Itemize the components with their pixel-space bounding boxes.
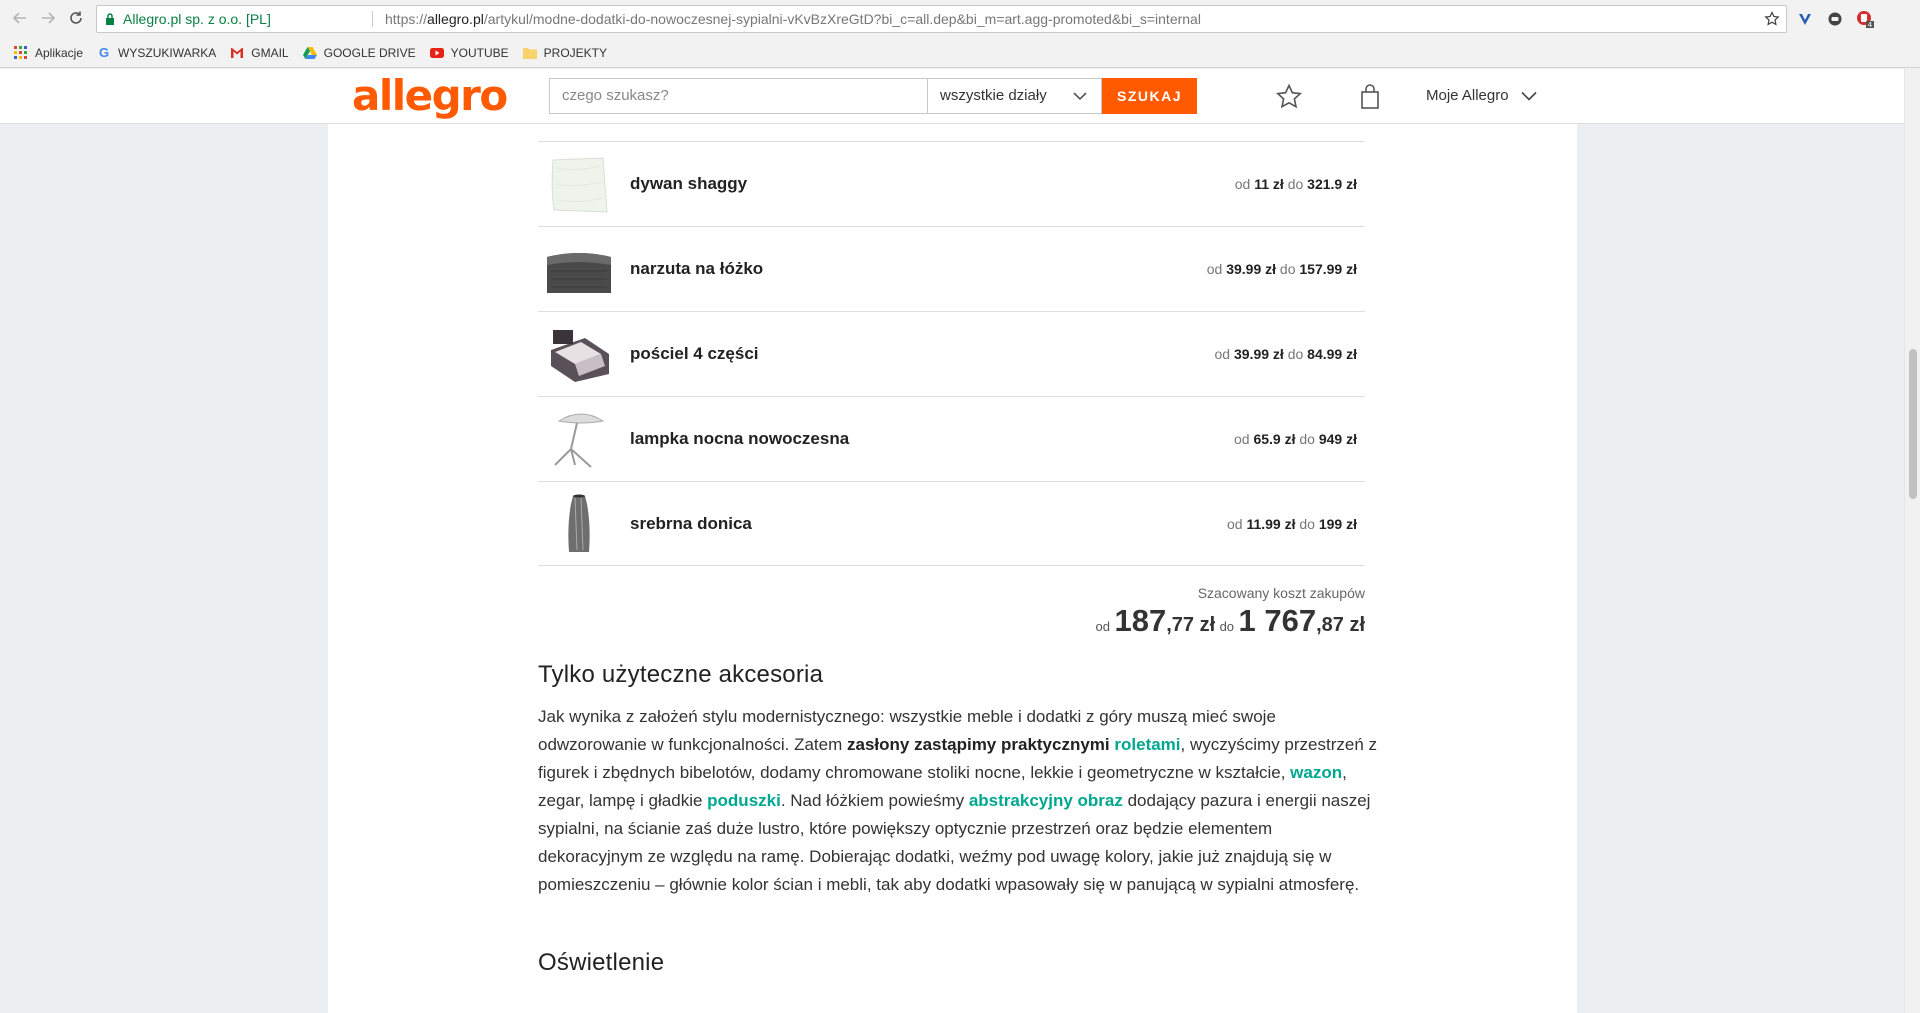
article-paragraph: Jak wynika z założeń stylu modernistyczn…	[538, 707, 1378, 894]
search-button[interactable]: SZUKAJ	[1102, 78, 1197, 114]
bedding-image[interactable]	[545, 320, 613, 388]
google-icon: G	[98, 45, 110, 60]
bookmark-apps[interactable]: Aplikacje	[14, 45, 83, 60]
section-heading: Oświetlenie	[538, 949, 665, 976]
extension-adblock-icon[interactable]: 4	[1855, 9, 1875, 29]
link-abstrakcyjny-obraz[interactable]: abstrakcyjny obraz	[969, 791, 1123, 810]
reload-button[interactable]	[66, 8, 86, 28]
my-allegro-label: Moje Allegro	[1426, 87, 1509, 104]
link-poduszki[interactable]: poduszki	[707, 791, 781, 810]
scrollbar-thumb[interactable]	[1909, 349, 1917, 499]
department-select[interactable]: wszystkie działy	[927, 78, 1102, 114]
planter-image[interactable]	[545, 490, 613, 558]
arrow-right-icon	[42, 12, 56, 24]
my-allegro-menu[interactable]: Moje Allegro	[1426, 87, 1537, 104]
svg-text:4: 4	[1868, 21, 1873, 29]
product-row[interactable]: pościel 4 części od 39.99 zł do 84.99 zł	[538, 311, 1365, 396]
extension-circle-icon[interactable]	[1825, 9, 1845, 29]
estimated-cost-label: Szacowany koszt zakupów	[1197, 585, 1365, 601]
search-input[interactable]: czego szukasz?	[549, 78, 927, 114]
product-name[interactable]: lampka nocna nowoczesna	[630, 429, 849, 449]
bookmark-wyszukiwarka[interactable]: G WYSZUKIWARKA	[97, 45, 216, 60]
shopping-bag-icon	[1361, 84, 1379, 109]
drive-icon	[302, 46, 317, 60]
gmail-icon	[230, 46, 244, 60]
apps-grid-icon	[14, 45, 28, 60]
bedspread-image[interactable]	[545, 235, 613, 303]
bookmark-star-icon[interactable]	[1764, 11, 1780, 27]
extension-v-icon[interactable]	[1795, 9, 1815, 29]
price-range: od 65.9 zł do 949 zł	[1234, 431, 1357, 447]
address-bar[interactable]: Allegro.pl sp. z o.o. [PL] https://alleg…	[96, 5, 1787, 33]
product-row[interactable]: lampka nocna nowoczesna od 65.9 zł do 94…	[538, 396, 1365, 481]
address-separator	[372, 11, 373, 27]
price-range: od 11.99 zł do 199 zł	[1226, 516, 1357, 532]
chevron-down-icon	[1520, 91, 1537, 101]
price-range: od 39.99 zł do 157.99 zł	[1206, 261, 1357, 277]
estimated-cost-range: od 187,77 zł do 1 767,87 zł	[1095, 603, 1365, 638]
bookmark-youtube[interactable]: YOUTUBE	[429, 46, 509, 60]
link-roletami[interactable]: roletami	[1114, 735, 1180, 754]
cart-button[interactable]	[1356, 83, 1384, 111]
watched-button[interactable]	[1275, 83, 1303, 111]
page-viewport: allegro czego szukasz? wszystkie działy …	[0, 69, 1904, 1013]
bookmark-gmail[interactable]: GMAIL	[230, 46, 289, 60]
bookmarks-bar: Aplikacje G WYSZUKIWARKA GMAIL GOOGLE DR…	[0, 38, 1920, 68]
department-value: wszystkie działy	[940, 87, 1047, 104]
lock-icon	[106, 13, 114, 25]
price-range: od 11 zł do 321.9 zł	[1234, 176, 1357, 192]
page-scrollbar[interactable]	[1904, 69, 1920, 1013]
product-name[interactable]: srebrna donica	[630, 514, 752, 534]
product-row[interactable]: narzuta na łóżko od 39.99 zł do 157.99 z…	[538, 226, 1365, 311]
section-heading: Tylko użyteczne akcesoria	[538, 661, 824, 688]
rug-image[interactable]	[545, 150, 613, 218]
product-row[interactable]: dywan shaggy od 11 zł do 321.9 zł	[538, 141, 1365, 226]
star-icon	[1275, 83, 1303, 109]
link-wazon[interactable]: wazon	[1290, 763, 1342, 782]
product-name[interactable]: pościel 4 części	[630, 344, 759, 364]
lamp-image[interactable]	[545, 405, 613, 473]
reload-icon	[70, 11, 82, 24]
article-body: Tylko użyteczne akcesoria Jak wynika z z…	[538, 661, 1378, 976]
article-card: dywan shaggy od 11 zł do 321.9 zł narzut…	[328, 69, 1577, 1013]
allegro-header: allegro czego szukasz? wszystkie działy …	[0, 69, 1904, 124]
arrow-left-icon	[12, 12, 26, 24]
bookmark-google-drive[interactable]: GOOGLE DRIVE	[302, 46, 416, 60]
browser-toolbar: Allegro.pl sp. z o.o. [PL] https://alleg…	[0, 0, 1920, 38]
site-identity: Allegro.pl sp. z o.o. [PL]	[123, 11, 271, 27]
folder-icon	[522, 46, 537, 60]
back-button[interactable]	[10, 8, 30, 28]
bookmark-projekty[interactable]: PROJEKTY	[522, 46, 607, 60]
youtube-icon	[429, 46, 444, 60]
chevron-down-icon	[1073, 92, 1087, 101]
estimated-cost: Szacowany koszt zakupów od 187,77 zł do …	[538, 585, 1365, 639]
url-text: https://allegro.pl/artykul/modne-dodatki…	[385, 11, 1201, 27]
product-name[interactable]: dywan shaggy	[630, 174, 747, 194]
product-row[interactable]: srebrna donica od 11.99 zł do 199 zł	[538, 481, 1365, 566]
price-range: od 39.99 zł do 84.99 zł	[1214, 346, 1357, 362]
forward-button[interactable]	[38, 8, 58, 28]
allegro-logo[interactable]: allegro	[352, 71, 508, 120]
product-name[interactable]: narzuta na łóżko	[630, 259, 763, 279]
product-list: dywan shaggy od 11 zł do 321.9 zł narzut…	[538, 141, 1365, 566]
